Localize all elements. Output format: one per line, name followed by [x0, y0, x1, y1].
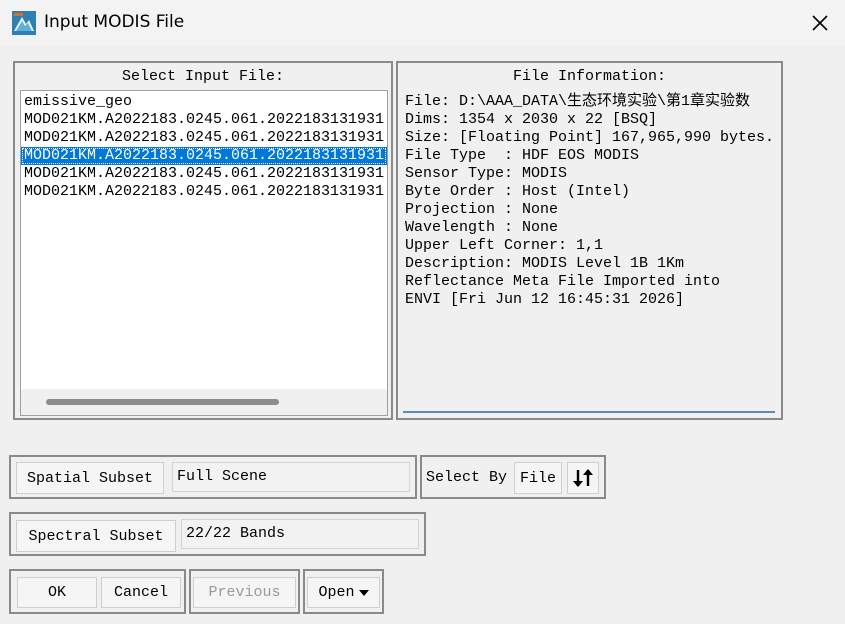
open-group: Open — [303, 569, 384, 614]
select-by-file-button[interactable]: File — [514, 462, 562, 494]
spatial-subset-group: Spatial Subset Full Scene — [9, 455, 417, 499]
select-by-group: Select By File — [420, 455, 606, 499]
file-list-items: emissive_geo MOD021KM.A2022183.0245.061.2… — [21, 91, 387, 201]
file-list-item[interactable]: MOD021KM.A2022183.0245.061.2022183131931 — [21, 147, 387, 165]
file-info-line: ENVI [Fri Jun 12 16:45:31 2026] — [405, 291, 685, 308]
file-list-item[interactable]: MOD021KM.A2022183.0245.061.2022183131931 — [21, 165, 387, 183]
previous-button[interactable]: Previous — [193, 577, 296, 608]
file-list-item[interactable]: emissive_geo — [21, 93, 387, 111]
cancel-button[interactable]: Cancel — [101, 577, 181, 608]
scrollbar-thumb[interactable] — [46, 399, 279, 405]
file-information-panel: File Information: File: D:\AAA_DATA\生态环境… — [396, 61, 783, 420]
previous-group: Previous — [189, 569, 300, 614]
info-lines: File: D:\AAA_DATA\生态环境实验\第1章实验数 Dims: 135… — [405, 93, 775, 309]
ok-cancel-group: OK Cancel — [9, 569, 186, 614]
spectral-subset-button[interactable]: Spectral Subset — [16, 520, 176, 552]
file-info-line: File: D:\AAA_DATA\生态环境实验\第1章实验数 — [405, 93, 751, 110]
spectral-subset-group: Spectral Subset 22/22 Bands — [9, 512, 426, 556]
file-info-line: Reflectance Meta File Imported into — [405, 273, 721, 290]
file-info-line: Wavelength : None — [405, 219, 559, 236]
select-input-file-panel: Select Input File: emissive_geo MOD021KM.… — [13, 61, 393, 420]
horizontal-scrollbar[interactable] — [21, 389, 387, 415]
file-list-item[interactable]: MOD021KM.A2022183.0245.061.2022183131931 — [21, 129, 387, 147]
file-info-line: Sensor Type: MODIS — [405, 165, 568, 182]
file-info-line: Description: MODIS Level 1B 1Km — [405, 255, 685, 272]
dropdown-arrow-icon — [358, 589, 369, 596]
open-button-label: Open — [318, 584, 355, 601]
file-info-line: File Type : HDF EOS MODIS — [405, 147, 640, 164]
open-dropdown-button[interactable]: Open — [307, 577, 380, 608]
file-info-line: Projection : None — [405, 201, 559, 218]
file-info-line: Dims: 1354 x 2030 x 22 [BSQ] — [405, 111, 658, 128]
input-file-list[interactable]: emissive_geo MOD021KM.A2022183.0245.061.2… — [20, 90, 388, 416]
file-list-item[interactable]: MOD021KM.A2022183.0245.061.2022183131931 — [21, 111, 387, 129]
spectral-subset-value: 22/22 Bands — [181, 519, 419, 549]
file-list-item[interactable]: MOD021KM.A2022183.0245.061.2022183131931 — [21, 183, 387, 201]
title-bar: Input MODIS File — [0, 0, 845, 46]
file-info-line: Byte Order : Host (Intel) — [405, 183, 631, 200]
file-info-line: Size: [Floating Point] 167,965,990 bytes… — [405, 129, 775, 146]
sort-arrows-icon — [573, 469, 593, 487]
sort-arrows-button[interactable] — [567, 462, 599, 494]
envi-app-icon — [12, 11, 36, 35]
close-icon[interactable] — [805, 9, 835, 37]
file-information-text: File: D:\AAA_DATA\生态环境实验\第1章实验数 Dims: 135… — [403, 91, 775, 413]
select-input-file-title: Select Input File: — [121, 68, 285, 85]
window-title: Input MODIS File — [44, 12, 185, 32]
spatial-subset-value: Full Scene — [172, 462, 410, 492]
ok-button[interactable]: OK — [17, 577, 97, 608]
spatial-subset-button[interactable]: Spatial Subset — [16, 462, 164, 494]
file-info-line: Upper Left Corner: 1,1 — [405, 237, 604, 254]
select-by-label: Select By — [426, 469, 508, 486]
file-information-title: File Information: — [512, 68, 667, 85]
